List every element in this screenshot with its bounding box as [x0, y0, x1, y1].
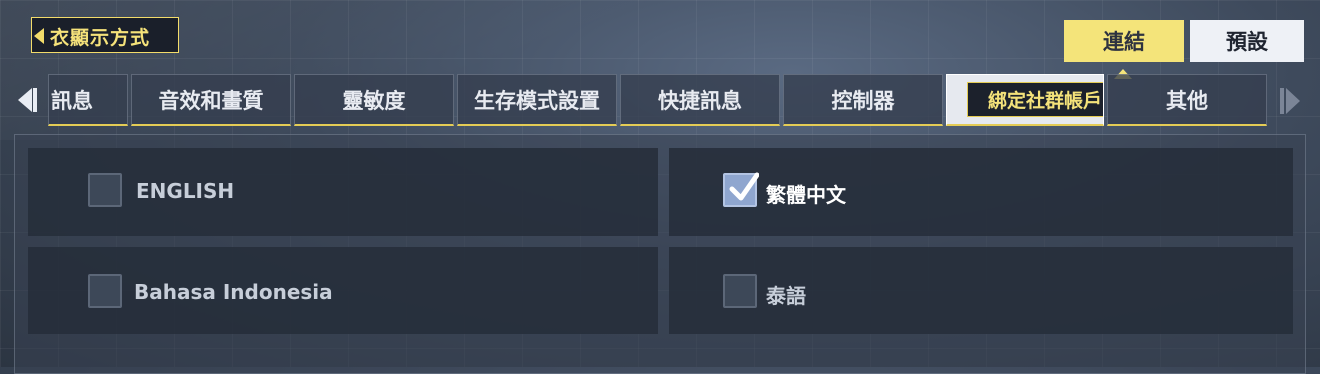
checkbox[interactable] [723, 274, 757, 308]
language-label: 泰語 [766, 284, 806, 308]
connect-preset-button[interactable]: 連結 [1064, 20, 1184, 62]
language-label: ENGLISH [136, 179, 235, 203]
language-label: Bahasa Indonesia [134, 280, 333, 304]
default-preset-button[interactable]: 預設 [1190, 20, 1304, 62]
tab-other[interactable]: 其他 [1107, 74, 1267, 126]
tab-scroll-right-icon[interactable] [1280, 88, 1302, 114]
tab-label: 其他 [1166, 88, 1208, 113]
language-option-english[interactable]: ENGLISH [28, 148, 658, 236]
tab-label: 生存模式設置 [474, 88, 600, 113]
tab-label: 綁定社群帳戶 [967, 82, 1103, 117]
tab-controller[interactable]: 控制器 [783, 74, 943, 126]
tab-quick-messages[interactable]: 快捷訊息 [620, 74, 780, 126]
tab-label: 靈敏度 [342, 88, 406, 113]
tab-audio-graphics[interactable]: 音效和畫質 [131, 74, 291, 126]
tab-survival-settings[interactable]: 生存模式設置 [457, 74, 617, 126]
checkbox[interactable] [88, 274, 122, 308]
tab-sensitivity[interactable]: 靈敏度 [294, 74, 454, 126]
tab-label: 音效和畫質 [158, 88, 264, 113]
back-button-label: 衣顯示方式 [50, 27, 151, 49]
tab-label: 快捷訊息 [658, 88, 742, 113]
tab-messages[interactable]: 訊息 [48, 74, 128, 126]
checkbox-checked[interactable] [723, 172, 759, 207]
tab-label: 訊息 [51, 88, 93, 113]
language-option-traditional-chinese[interactable]: 繁體中文 [669, 148, 1293, 236]
tab-label: 控制器 [831, 88, 895, 113]
checkmark-icon [729, 172, 759, 201]
tab-bind-social-account[interactable]: 綁定社群帳戶 [946, 74, 1104, 126]
language-option-bahasa-indonesia[interactable]: Bahasa Indonesia [28, 247, 658, 334]
back-arrow-icon [34, 28, 44, 44]
language-option-thai[interactable]: 泰語 [669, 247, 1293, 334]
checkbox[interactable] [88, 173, 122, 207]
tab-scroll-left-icon[interactable] [18, 88, 38, 112]
tab-bar: 訊息 音效和畫質 靈敏度 生存模式設置 快捷訊息 控制器 綁定社群帳戶 其他 [0, 74, 1320, 128]
back-button[interactable]: 衣顯示方式 [31, 17, 179, 53]
language-label: 繁體中文 [766, 183, 846, 207]
